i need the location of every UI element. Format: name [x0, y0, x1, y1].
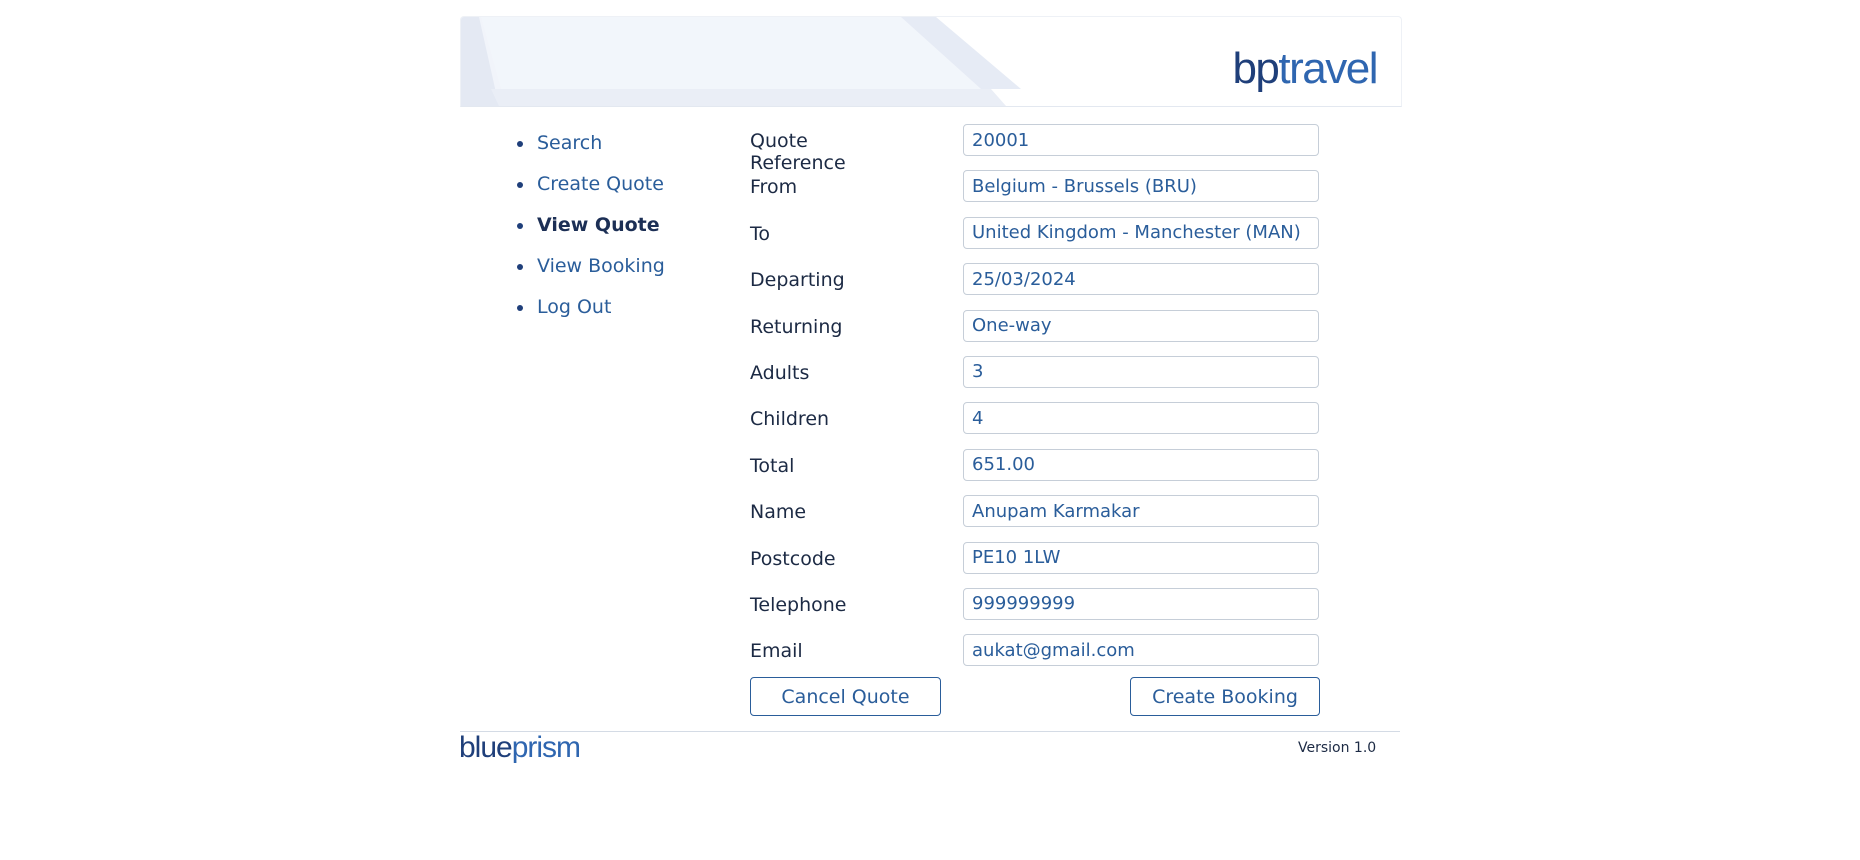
nav-item-create-quote[interactable]: Create Quote: [515, 173, 665, 214]
children-label: Children: [750, 408, 830, 431]
returning-field[interactable]: [963, 309, 1319, 342]
email-field[interactable]: [963, 634, 1319, 667]
total-label: Total: [750, 454, 795, 477]
name-label: Name: [750, 501, 807, 524]
page: bptravel Search Create Quote View Quote …: [0, 0, 1860, 860]
postcode-label: Postcode: [750, 547, 836, 570]
departing-field[interactable]: [963, 263, 1319, 296]
form-actions: Cancel Quote Create Booking: [750, 677, 1320, 717]
returning-label: Returning: [750, 315, 843, 338]
version-text: Version 1.0: [1298, 740, 1377, 756]
total-field[interactable]: [963, 448, 1319, 481]
to-field[interactable]: [963, 216, 1319, 249]
telephone-field[interactable]: [963, 587, 1319, 620]
nav-item-view-booking[interactable]: View Booking: [515, 255, 665, 296]
logo-prism-text: prism: [511, 731, 581, 764]
name-field[interactable]: [963, 495, 1319, 528]
logo-blue-text: blue: [459, 731, 513, 764]
postcode-field[interactable]: [963, 541, 1319, 574]
nav-item-view-quote[interactable]: View Quote: [515, 214, 665, 255]
quote-reference-label: Quote Reference: [750, 130, 846, 174]
telephone-label: Telephone: [750, 593, 847, 616]
cancel-quote-button[interactable]: Cancel Quote: [750, 677, 941, 716]
departing-label: Departing: [750, 269, 845, 292]
bptravel-logo: bptravel: [1232, 44, 1378, 93]
adults-label: Adults: [750, 361, 810, 384]
to-label: To: [750, 222, 771, 245]
children-field[interactable]: [963, 402, 1319, 435]
from-field[interactable]: [963, 170, 1319, 203]
footer-divider: [460, 731, 1400, 732]
create-booking-button[interactable]: Create Booking: [1130, 677, 1320, 716]
header-banner: bptravel: [460, 16, 1402, 107]
email-label: Email: [750, 640, 803, 663]
sidebar-nav: Search Create Quote View Quote View Book…: [515, 132, 665, 337]
nav-item-search[interactable]: Search: [515, 132, 665, 173]
blueprism-logo: blueprism: [459, 731, 581, 764]
logo-bp-text: bp: [1232, 44, 1279, 93]
quote-reference-field[interactable]: [963, 124, 1319, 156]
from-label: From: [750, 176, 798, 199]
nav-item-log-out[interactable]: Log Out: [515, 296, 665, 337]
adults-field[interactable]: [963, 355, 1319, 388]
logo-travel-text: travel: [1278, 44, 1378, 93]
